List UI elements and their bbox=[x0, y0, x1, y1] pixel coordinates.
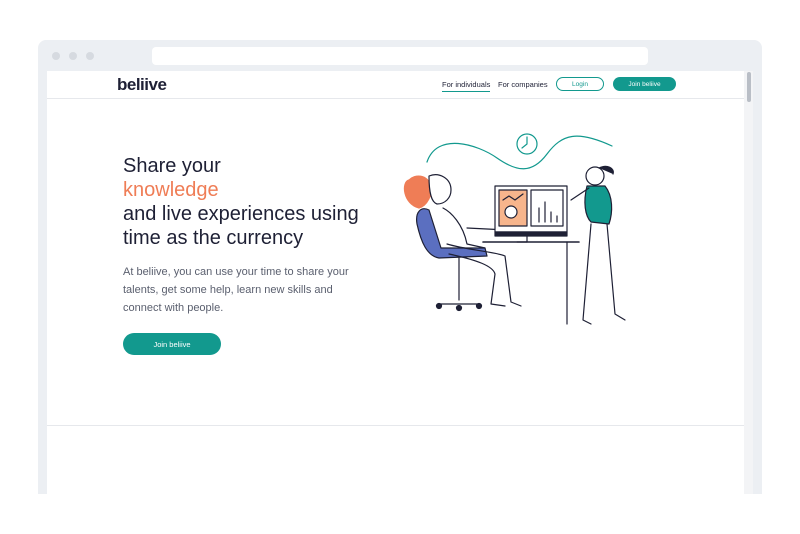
hero-section: Share your knowledge and live experience… bbox=[47, 100, 744, 426]
join-button-hero[interactable]: Join beliive bbox=[123, 333, 221, 355]
headline-line-3: and live experiences using bbox=[123, 203, 359, 225]
login-button[interactable]: Login bbox=[556, 77, 604, 91]
hero-description: At beliive, you can use your time to sha… bbox=[123, 266, 349, 314]
page-viewport: beliive For individuals For companies Lo… bbox=[47, 71, 753, 494]
headline-accent: knowledge bbox=[123, 179, 219, 201]
window-dot[interactable] bbox=[52, 52, 60, 60]
scrollbar-thumb[interactable] bbox=[747, 72, 751, 102]
headline-line-1: Share your bbox=[123, 155, 221, 177]
hero-headline: Share your knowledge and live experience… bbox=[123, 154, 359, 250]
nav-link-companies[interactable]: For companies bbox=[498, 80, 548, 89]
window-controls bbox=[52, 52, 94, 60]
headline-line-4: time as the currency bbox=[123, 227, 304, 249]
join-button-nav[interactable]: Join beliive bbox=[613, 77, 676, 91]
browser-window: beliive For individuals For companies Lo… bbox=[38, 40, 762, 494]
chair-icon bbox=[416, 208, 488, 312]
clock-icon bbox=[516, 133, 538, 155]
logo[interactable]: beliive bbox=[117, 75, 167, 95]
address-bar[interactable] bbox=[152, 47, 648, 65]
hero-illustration bbox=[403, 133, 626, 325]
nav-link-individuals[interactable]: For individuals bbox=[442, 80, 491, 92]
scrollbar-track[interactable] bbox=[744, 71, 753, 494]
window-dot[interactable] bbox=[86, 52, 94, 60]
top-nav: beliive For individuals For companies Lo… bbox=[47, 71, 744, 99]
window-dot[interactable] bbox=[69, 52, 77, 60]
monitor-icon bbox=[494, 185, 568, 243]
